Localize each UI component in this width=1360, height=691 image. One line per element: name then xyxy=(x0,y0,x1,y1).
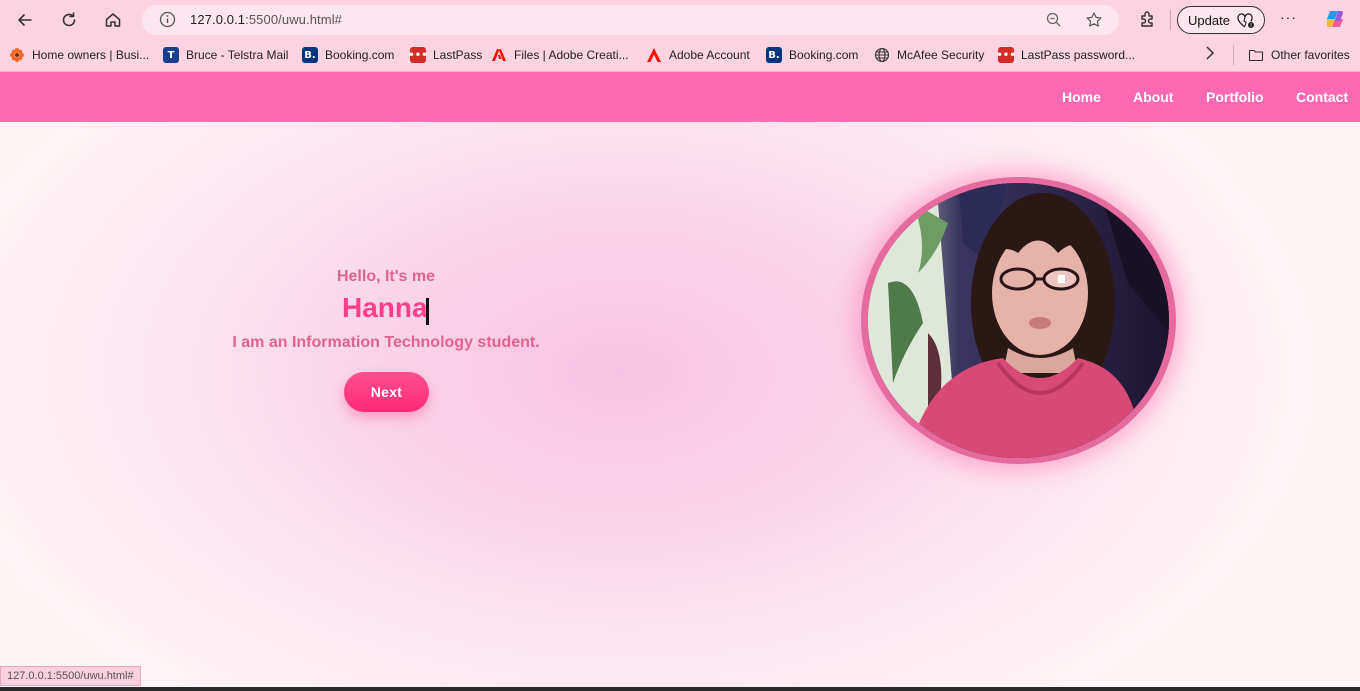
telstra-icon: T xyxy=(163,47,179,63)
bookmark-item[interactable]: ••• LastPass password... xyxy=(996,46,1136,64)
nav-contact-link[interactable]: Contact xyxy=(1296,89,1348,105)
adobe-icon xyxy=(491,47,507,63)
bookmark-item[interactable]: Files | Adobe Creati... xyxy=(491,46,629,64)
other-favorites-label: Other favorites xyxy=(1271,48,1350,62)
toolbar-divider xyxy=(1170,10,1171,30)
bookmark-label: Files | Adobe Creati... xyxy=(514,48,629,62)
folder-icon xyxy=(1248,47,1264,63)
nav-portfolio-link[interactable]: Portfolio xyxy=(1206,89,1264,105)
profile-photo-frame xyxy=(861,177,1176,464)
copilot-icon[interactable] xyxy=(1324,8,1346,30)
bookmark-item[interactable]: T Bruce - Telstra Mail xyxy=(163,46,288,64)
profile-photo xyxy=(868,183,1169,458)
bookmark-label: McAfee Security xyxy=(897,48,985,62)
bookmark-item[interactable]: B. Booking.com xyxy=(302,46,394,64)
booking-icon: B. xyxy=(766,47,782,63)
bookmark-item[interactable]: Home owners | Busi... xyxy=(9,46,149,64)
bookmark-label: LastPass xyxy=(433,48,483,62)
zoom-out-icon[interactable] xyxy=(1045,11,1063,34)
url-host: 127.0.0.1 xyxy=(190,12,246,27)
chevron-right-icon[interactable] xyxy=(1204,46,1216,63)
other-favorites[interactable]: Other favorites xyxy=(1248,46,1350,64)
url-path: :5500/uwu.html# xyxy=(245,12,343,27)
status-bar-url: 127.0.0.1:5500/uwu.html# xyxy=(0,666,141,686)
bookmark-label: Booking.com xyxy=(325,48,395,62)
update-button[interactable]: Update ! xyxy=(1177,6,1265,34)
nav-home-link[interactable]: Home xyxy=(1062,89,1101,105)
more-menu-icon[interactable]: ··· xyxy=(1280,9,1297,25)
bookmark-item[interactable]: ••• LastPass xyxy=(408,46,483,64)
heart-broken-icon: ! xyxy=(1236,12,1256,33)
bookmark-label: Adobe Account xyxy=(669,48,750,62)
hero-name: Hanna xyxy=(342,292,428,323)
lastpass-icon: ••• xyxy=(408,47,428,63)
bookmark-label: Booking.com xyxy=(789,48,859,62)
lastpass-icon: ••• xyxy=(996,47,1016,63)
page-body: Home About Portfolio Contact Hello, It's… xyxy=(0,72,1360,687)
bookmarks-bar: Home owners | Busi... T Bruce - Telstra … xyxy=(0,40,1360,72)
bookmark-label: LastPass password... xyxy=(1021,48,1136,62)
globe-icon xyxy=(874,47,890,63)
booking-icon: B. xyxy=(302,47,318,63)
bookmark-item[interactable]: B. Booking.com xyxy=(766,46,858,64)
hero-description: I am an Information Technology student. xyxy=(232,334,540,351)
adobe-icon xyxy=(646,47,662,63)
home-icon[interactable] xyxy=(100,7,126,33)
favorite-star-icon[interactable] xyxy=(1085,11,1103,34)
hero-greeting: Hello, It's me xyxy=(336,268,436,285)
bookmark-label: Bruce - Telstra Mail xyxy=(186,48,289,62)
address-bar[interactable]: 127.0.0.1:5500/uwu.html# xyxy=(142,5,1119,35)
bookmark-label: Home owners | Busi... xyxy=(32,48,150,62)
address-url[interactable]: 127.0.0.1:5500/uwu.html# xyxy=(190,12,342,27)
taskbar-edge xyxy=(0,687,1360,691)
site-info-icon[interactable] xyxy=(159,11,176,33)
typing-caret xyxy=(426,298,429,325)
browser-toolbar: 127.0.0.1:5500/uwu.html# Update ! ··· xyxy=(0,0,1360,40)
back-arrow-icon[interactable] xyxy=(12,7,38,33)
reload-icon[interactable] xyxy=(56,7,82,33)
bookmarks-divider xyxy=(1233,45,1234,65)
bookmark-item[interactable]: Adobe Account xyxy=(646,46,750,64)
svg-text:!: ! xyxy=(1250,23,1252,29)
extensions-puzzle-icon[interactable] xyxy=(1138,9,1158,34)
site-navbar: Home About Portfolio Contact xyxy=(0,72,1360,122)
nav-about-link[interactable]: About xyxy=(1133,89,1173,105)
update-label: Update xyxy=(1188,12,1230,28)
bookmark-item[interactable]: McAfee Security xyxy=(874,46,984,64)
flower-icon xyxy=(9,47,25,63)
next-button[interactable]: Next xyxy=(344,372,429,412)
